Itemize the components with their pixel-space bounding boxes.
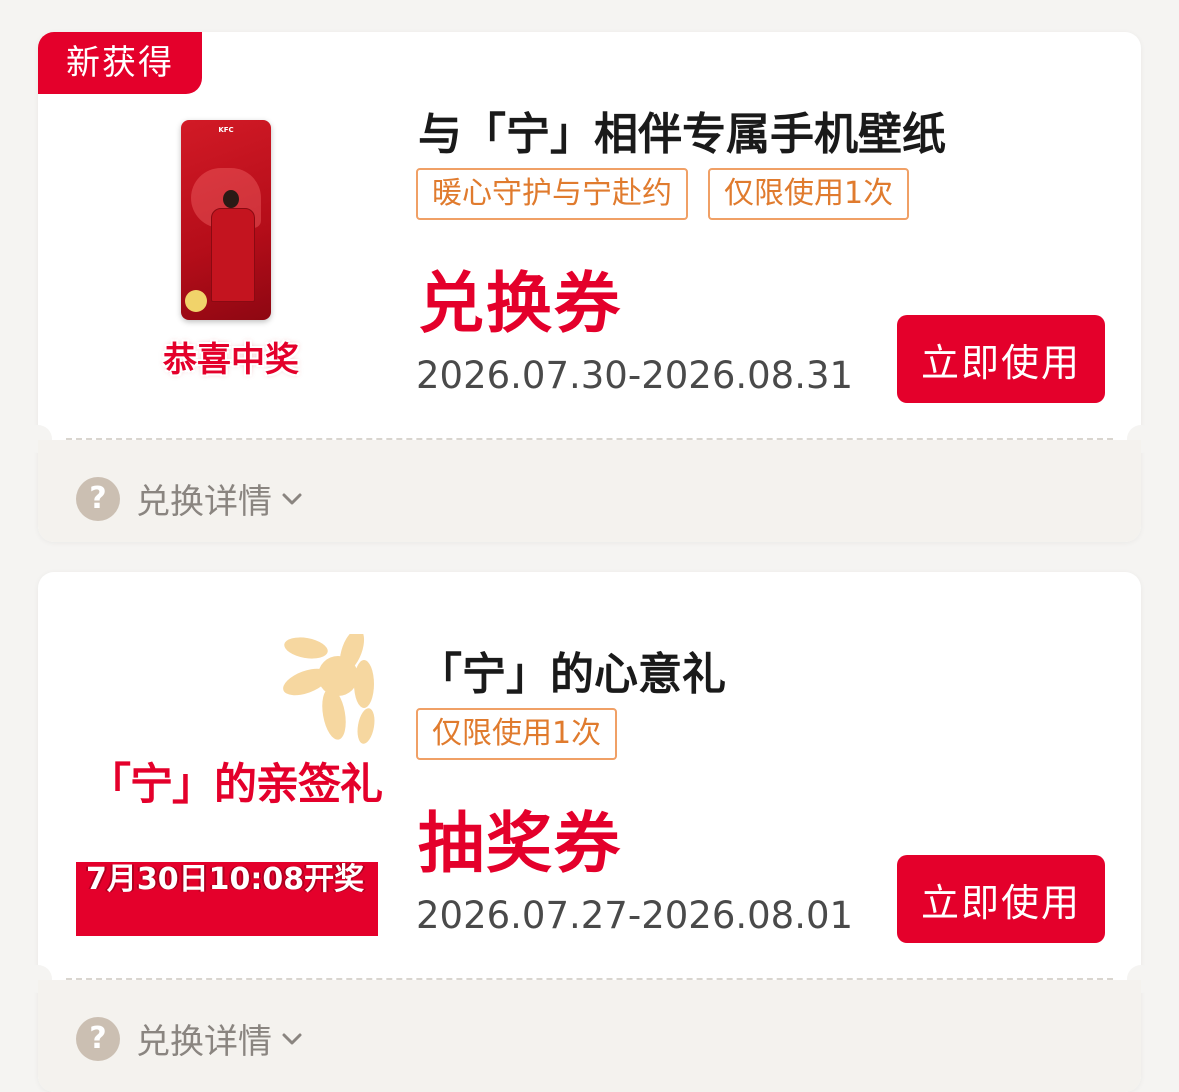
coupon-type: 兑换券 [418,265,622,342]
coupon-main: 新获得 KFC 恭喜中奖 与「宁」相伴专属手机壁纸 暖心守护与宁赴约 仅限使用1… [38,32,1141,438]
question-icon: ? [76,1016,120,1061]
coupon-type: 抽奖券 [418,805,622,882]
coupon-main: 「宁」的亲签礼 7月30日10:08开奖 「宁」的心意礼 仅限使用1次 抽奖券 … [38,572,1141,978]
coupon-title: 「宁」的心意礼 [418,649,726,700]
chevron-down-icon [282,493,302,504]
flower-icon [185,290,207,312]
sunflower-icon [283,634,375,744]
person-body [211,208,255,302]
person-head [223,190,239,208]
details-label: 兑换详情 [136,482,272,522]
use-now-button[interactable]: 立即使用 [897,315,1105,403]
chevron-down-icon [282,1033,302,1044]
details-bar: ? 兑换详情 [38,440,1141,542]
details-label: 兑换详情 [136,1022,272,1062]
draw-time-banner: 7月30日10:08开奖 [76,862,378,936]
phone-preview-image: KFC [181,120,271,320]
tag: 仅限使用1次 [708,168,910,220]
tag-list: 暖心守护与宁赴约 仅限使用1次 [416,168,910,220]
question-icon: ? [76,476,120,521]
gift-headline: 「宁」的亲签礼 [88,760,383,810]
use-now-button[interactable]: 立即使用 [897,855,1105,943]
congrats-caption: 恭喜中奖 [163,340,299,380]
tag-list: 仅限使用1次 [416,708,618,760]
date-range: 2026.07.30-2026.08.31 [416,354,854,397]
details-toggle[interactable]: ? 兑换详情 [76,474,304,523]
coupon-title: 与「宁」相伴专属手机壁纸 [418,109,946,160]
new-badge: 新获得 [38,32,202,94]
tag: 暖心守护与宁赴约 [416,168,688,220]
coupon-card: 「宁」的亲签礼 7月30日10:08开奖 「宁」的心意礼 仅限使用1次 抽奖券 … [24,572,1155,1092]
coupon-card: 新获得 KFC 恭喜中奖 与「宁」相伴专属手机壁纸 暖心守护与宁赴约 仅限使用1… [24,32,1155,542]
details-bar: ? 兑换详情 [38,980,1141,1092]
details-toggle[interactable]: ? 兑换详情 [76,1014,304,1063]
brand-label: KFC [218,126,234,134]
draw-time-text: 7月30日10:08开奖 [86,862,365,897]
date-range: 2026.07.27-2026.08.01 [416,894,854,937]
tag: 仅限使用1次 [416,708,618,760]
